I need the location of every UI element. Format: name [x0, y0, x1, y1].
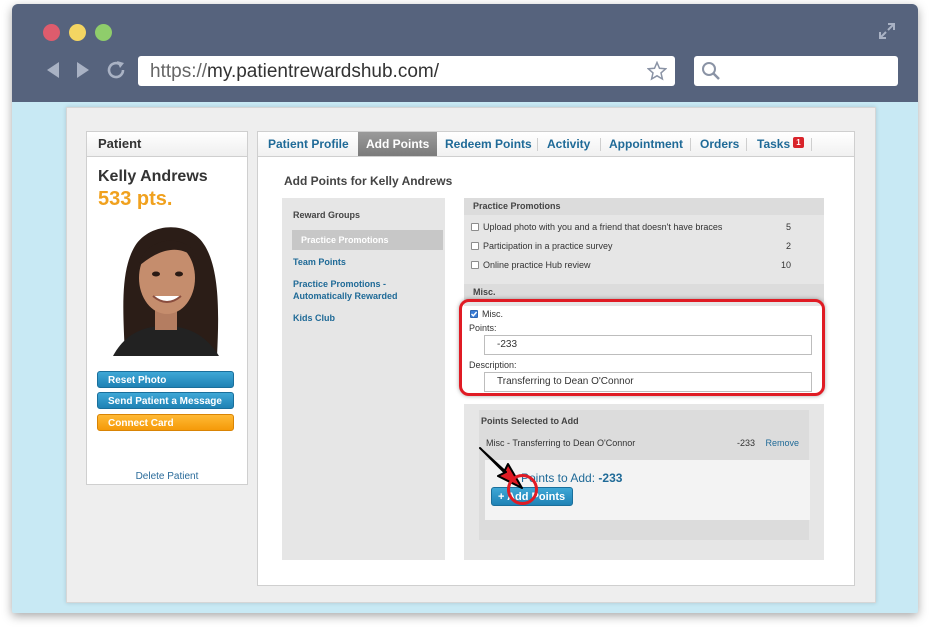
maximize-window-dot[interactable] [95, 24, 112, 41]
patient-points: 533 pts. [98, 188, 173, 210]
tab-patient-profile[interactable]: Patient Profile [268, 132, 349, 156]
address-bar[interactable]: https://my.patientrewardshub.com/ [138, 56, 675, 86]
add-points-title: Add Points for Kelly Andrews [284, 174, 453, 188]
tab-bar: Patient Profile Add Points Redeem Points… [258, 132, 854, 157]
tab-appointment[interactable]: Appointment [609, 132, 683, 156]
click-target-circle [507, 474, 538, 505]
url-text: https://my.patientrewardshub.com/ [150, 61, 439, 83]
tab-tasks[interactable]: Tasks [757, 132, 790, 156]
patient-panel-title: Patient [87, 132, 247, 157]
patient-photo [95, 216, 235, 356]
promotion-points: 2 [785, 241, 791, 251]
expand-icon[interactable] [878, 22, 896, 40]
promotion-row[interactable]: Participation in a practice survey 2 [471, 241, 816, 253]
promotion-label: Online practice Hub review [483, 260, 591, 270]
remove-link[interactable]: Remove [765, 438, 799, 448]
close-window-dot[interactable] [43, 24, 60, 41]
tab-redeem-points[interactable]: Redeem Points [445, 132, 532, 156]
tab-separator [690, 138, 691, 151]
tab-add-points[interactable]: Add Points [358, 132, 438, 156]
promotion-points: 5 [785, 222, 791, 232]
url-host: my.patientrewardshub.com/ [207, 61, 440, 82]
total-points-value: -233 [598, 471, 623, 485]
promotion-checkbox[interactable] [471, 242, 479, 250]
group-auto-rewarded-line2: Automatically Rewarded [293, 291, 398, 301]
promotion-label: Upload photo with you and a friend that … [483, 222, 723, 232]
promotion-checkbox[interactable] [471, 261, 479, 269]
reward-groups-heading: Reward Groups [293, 210, 361, 220]
patient-photo-image [95, 216, 235, 356]
send-message-button[interactable]: Send Patient a Message [97, 392, 234, 409]
selected-points-heading: Points Selected to Add [481, 416, 579, 426]
promotion-row[interactable]: Upload photo with you and a friend that … [471, 222, 816, 234]
back-icon[interactable] [42, 59, 64, 81]
browser-search-bar[interactable] [694, 56, 898, 86]
url-scheme: https:// [150, 61, 208, 82]
tab-separator [537, 138, 538, 151]
group-practice-promotions[interactable]: Practice Promotions [292, 230, 443, 250]
tab-separator [600, 138, 601, 151]
browser-toolbar: https://my.patientrewardshub.com/ [12, 4, 918, 102]
group-team-points[interactable]: Team Points [293, 256, 433, 268]
delete-patient-link[interactable]: Delete Patient [87, 471, 247, 482]
patient-name: Kelly Andrews [98, 168, 208, 185]
reward-groups-panel: Reward Groups Practice Promotions Team P… [282, 198, 445, 560]
reload-icon[interactable] [105, 59, 127, 81]
promotion-label: Participation in a practice survey [483, 241, 613, 251]
promotion-points: 10 [780, 260, 791, 270]
bookmark-star-icon[interactable] [647, 61, 667, 81]
tab-separator [746, 138, 747, 151]
selected-item-amount: -233 [736, 438, 755, 448]
selected-points-row: Misc - Transferring to Dean O'Connor -23… [486, 438, 804, 448]
patient-panel: Patient Kelly Andrews 533 pts. Reset Pho… [86, 131, 248, 485]
group-auto-rewarded[interactable]: Practice Promotions - Automatically Rewa… [293, 278, 433, 302]
minimize-window-dot[interactable] [69, 24, 86, 41]
misc-highlight-annotation [459, 299, 825, 396]
promotion-checkbox[interactable] [471, 223, 479, 231]
search-icon [702, 62, 720, 80]
reset-photo-button[interactable]: Reset Photo [97, 371, 234, 388]
connect-card-button[interactable]: Connect Card [97, 414, 234, 431]
tab-orders[interactable]: Orders [700, 132, 739, 156]
promotions-heading: Practice Promotions [464, 198, 824, 215]
tab-separator [811, 138, 812, 151]
group-auto-rewarded-line1: Practice Promotions - [293, 279, 387, 289]
tab-activity[interactable]: Activity [547, 132, 590, 156]
tasks-count-badge: 1 [793, 137, 804, 148]
forward-icon[interactable] [72, 59, 94, 81]
group-kids-club[interactable]: Kids Club [293, 312, 433, 324]
promotion-row[interactable]: Online practice Hub review 10 [471, 260, 816, 272]
